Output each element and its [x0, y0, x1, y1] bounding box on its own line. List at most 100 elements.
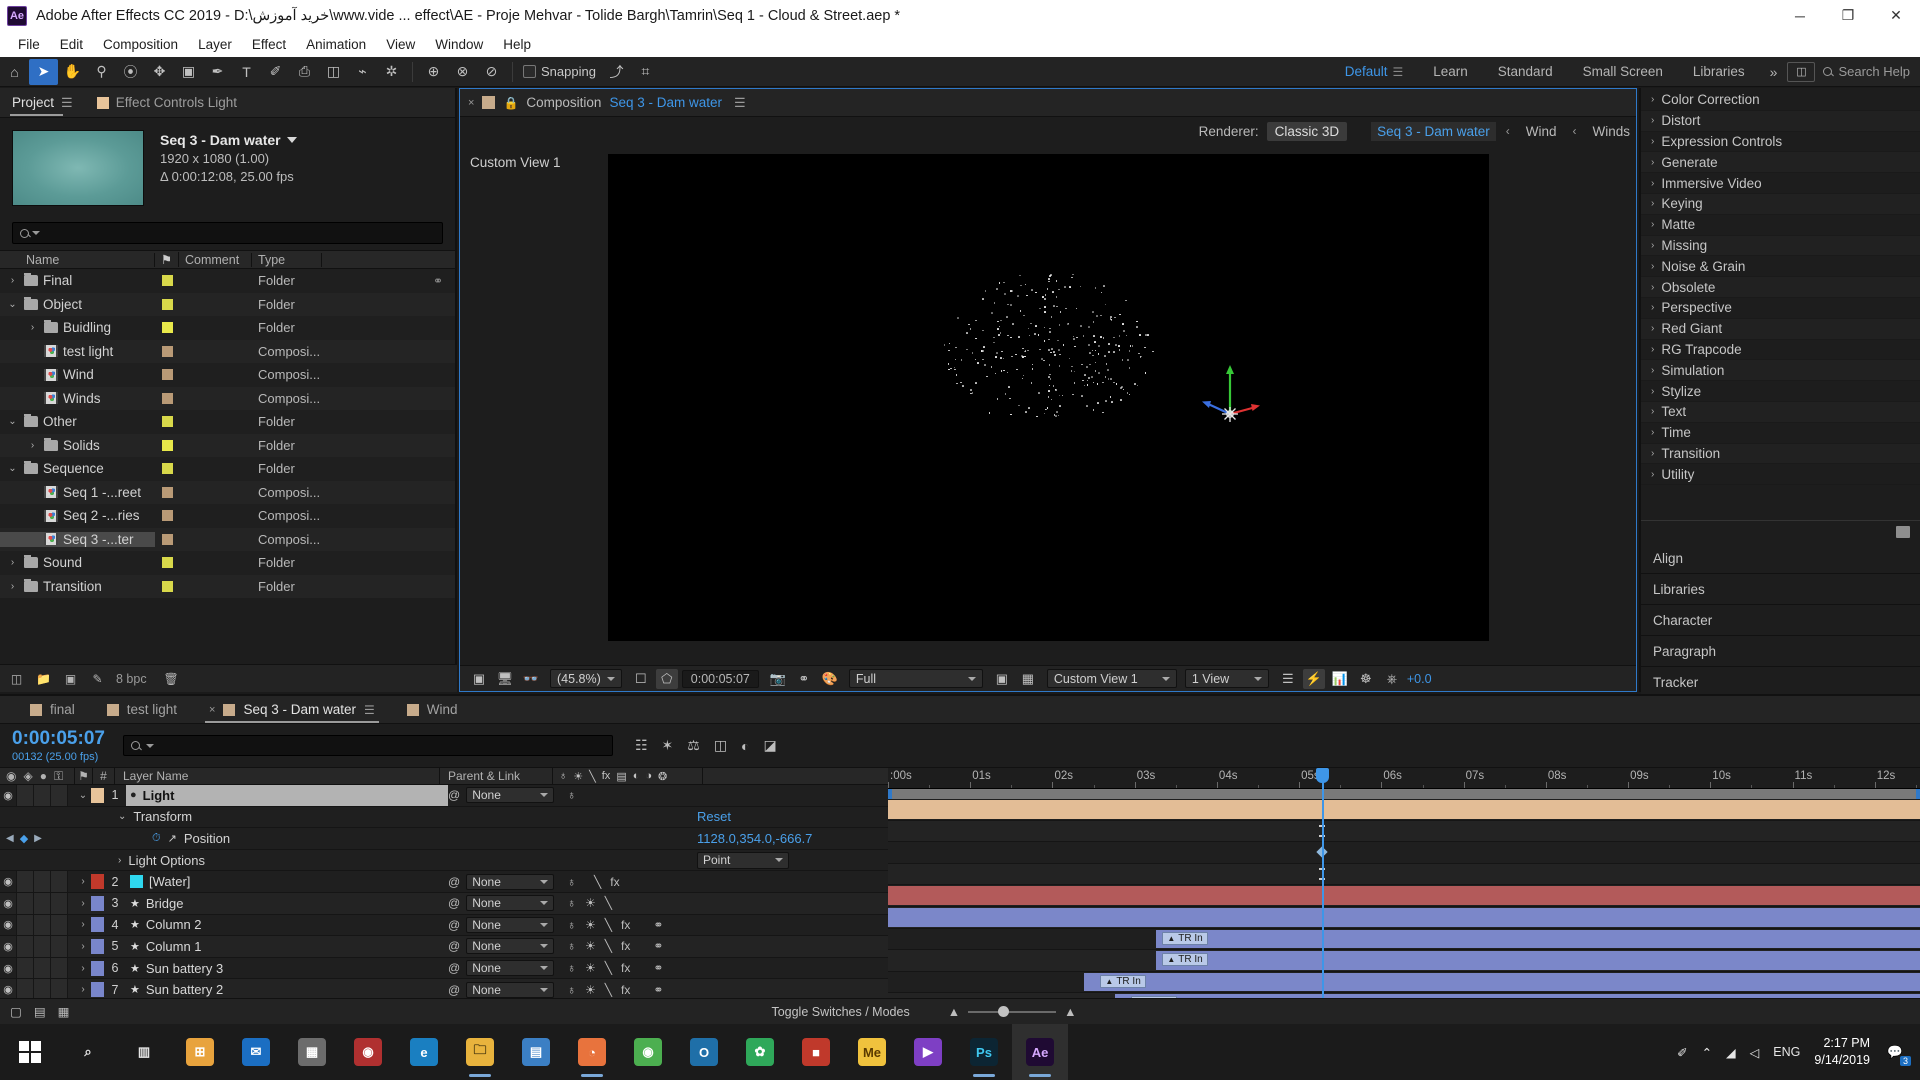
- panel-paragraph[interactable]: Paragraph: [1641, 636, 1920, 667]
- project-item-row[interactable]: ⌄ Object Folder: [0, 292, 455, 316]
- menu-window[interactable]: Window: [425, 34, 493, 55]
- item-name-cell[interactable]: ⌄ Object: [0, 296, 155, 312]
- taskbar-search[interactable]: ⌕: [60, 1024, 116, 1080]
- resolution-region-icon[interactable]: ☐: [630, 669, 652, 689]
- home-icon[interactable]: ⌂: [0, 59, 29, 85]
- solo-icon[interactable]: [34, 871, 51, 892]
- zoom-out-icon[interactable]: ▲: [948, 1005, 960, 1019]
- lock-icon[interactable]: [51, 979, 68, 1000]
- parent-select[interactable]: None: [466, 916, 555, 933]
- layer-name-cell[interactable]: ★ Bridge: [126, 893, 448, 914]
- eye-icon[interactable]: ◉: [0, 979, 17, 1000]
- project-item-row[interactable]: ⌄ Other Folder: [0, 410, 455, 434]
- label-color-swatch[interactable]: [161, 510, 173, 522]
- disclosure-triangle-icon[interactable]: ›: [1651, 386, 1654, 397]
- menu-layer[interactable]: Layer: [188, 34, 242, 55]
- timeline-zoom-slider[interactable]: ▲ ▲: [948, 1005, 1077, 1019]
- audio-icon[interactable]: [17, 979, 34, 1000]
- disclosure-triangle-icon[interactable]: ›: [1651, 198, 1654, 209]
- camera-pan-icon[interactable]: ⊗: [448, 59, 477, 85]
- item-tag-cell[interactable]: [155, 439, 179, 451]
- channel-color-icon[interactable]: 🎨: [819, 669, 841, 689]
- disclosure-triangle-icon[interactable]: ›: [1651, 344, 1654, 355]
- stopwatch-icon[interactable]: ⏱: [152, 832, 161, 845]
- lock-icon[interactable]: [51, 936, 68, 957]
- item-name-cell[interactable]: ⌄ Sequence: [0, 461, 155, 476]
- panel-menu-icon[interactable]: ☰: [734, 95, 746, 111]
- lock-icon[interactable]: [51, 914, 68, 936]
- pen-icon[interactable]: ✐: [1677, 1045, 1687, 1060]
- interpret-footage-icon[interactable]: ✎: [89, 671, 106, 686]
- layer-duration-bar[interactable]: [888, 907, 1920, 927]
- delete-icon[interactable]: [1896, 525, 1910, 538]
- parent-link-cell[interactable]: @ None: [448, 873, 561, 890]
- selection-tool[interactable]: ➤: [29, 58, 58, 85]
- layer-duration-bar[interactable]: [888, 800, 1920, 819]
- project-settings-icon[interactable]: ◫: [8, 671, 25, 686]
- keyframe-navigator[interactable]: ◀ ◆ ▶: [6, 832, 42, 845]
- link-icon[interactable]: ⚭: [653, 918, 663, 932]
- audio-icon[interactable]: [17, 871, 34, 892]
- layer-disclosure-icon[interactable]: ›: [75, 876, 91, 887]
- panel-character[interactable]: Character: [1641, 605, 1920, 636]
- taskbar-chrome[interactable]: ◉: [620, 1024, 676, 1080]
- fast-previews-icon[interactable]: ⚡: [1302, 668, 1325, 689]
- panel-menu-icon[interactable]: ☰: [61, 95, 73, 111]
- label-color-swatch[interactable]: [161, 533, 173, 545]
- layer-color-swatch[interactable]: [91, 917, 104, 933]
- hand-tool[interactable]: ✋: [58, 59, 87, 85]
- pixel-aspect-icon[interactable]: ☰: [1277, 669, 1299, 689]
- timeline-track-row[interactable]: [888, 799, 1920, 821]
- shape-tool[interactable]: ▣: [174, 59, 203, 85]
- take-snapshot-icon[interactable]: 📷: [767, 669, 789, 689]
- item-tag-cell[interactable]: [155, 345, 179, 357]
- timeline-track-row[interactable]: ▲TR In: [888, 971, 1920, 994]
- layer-switch-icon[interactable]: ☀: [585, 983, 596, 997]
- view-layout-select[interactable]: Custom View 1: [1046, 669, 1177, 688]
- project-item-row[interactable]: › Buidling Folder: [0, 316, 455, 340]
- label-color-swatch[interactable]: [161, 557, 173, 569]
- parent-select[interactable]: None: [466, 960, 555, 977]
- layer-switch-icon[interactable]: ♁: [567, 875, 576, 889]
- close-icon[interactable]: ×: [468, 97, 474, 109]
- eye-icon[interactable]: ◉: [0, 936, 17, 957]
- menu-help[interactable]: Help: [493, 34, 541, 55]
- solo-icon[interactable]: [34, 914, 51, 936]
- label-color-swatch[interactable]: [161, 345, 173, 357]
- magnet-icon[interactable]: ⤴: [602, 59, 631, 85]
- layer-switch-icon[interactable]: fx: [621, 983, 630, 997]
- disclosure-triangle-icon[interactable]: ⌄: [6, 299, 19, 310]
- menu-file[interactable]: File: [8, 34, 50, 55]
- workspace-default[interactable]: Default ☰: [1330, 57, 1419, 87]
- parent-link-cell[interactable]: @ None: [448, 895, 561, 912]
- item-tag-cell[interactable]: [155, 533, 179, 545]
- workspace-small-screen[interactable]: Small Screen: [1568, 57, 1678, 87]
- effect-category-row[interactable]: › Time: [1641, 423, 1920, 444]
- effect-category-row[interactable]: › Generate: [1641, 152, 1920, 174]
- item-name-cell[interactable]: › Buidling: [0, 320, 155, 335]
- parent-link-column-header[interactable]: Parent & Link: [440, 767, 553, 785]
- label-color-swatch[interactable]: [161, 439, 173, 451]
- label-color-swatch[interactable]: [161, 486, 173, 498]
- disclosure-triangle-icon[interactable]: ⌄: [6, 463, 19, 474]
- project-item-row[interactable]: Winds Composi...: [0, 386, 455, 410]
- timeline-tab[interactable]: final: [14, 696, 91, 724]
- selected-comp-name[interactable]: Seq 3 - Dam water: [160, 132, 297, 148]
- item-name-cell[interactable]: Seq 1 -...reet: [0, 485, 155, 500]
- project-item-row[interactable]: Seq 2 -...ries Composi...: [0, 504, 455, 528]
- renderer-value[interactable]: Classic 3D: [1266, 121, 1348, 141]
- column-header-name[interactable]: Name: [0, 252, 155, 267]
- work-area-bar[interactable]: [888, 789, 1920, 799]
- layer-switch-icon[interactable]: ╲: [605, 918, 612, 932]
- timeline-icon[interactable]: 📊: [1329, 669, 1351, 689]
- draft-3d-icon[interactable]: ✶: [662, 737, 674, 754]
- layer-color-swatch[interactable]: [91, 938, 104, 954]
- new-composition-icon[interactable]: ▣: [62, 671, 79, 686]
- layer-switch-icon[interactable]: ♁: [567, 961, 576, 975]
- chevron-up-icon[interactable]: ⌃: [1702, 1045, 1712, 1060]
- timeline-track-row[interactable]: [888, 885, 1920, 907]
- workspace-learn[interactable]: Learn: [1418, 57, 1483, 87]
- grid-icon[interactable]: ⌗: [631, 59, 660, 85]
- minimize-button[interactable]: ─: [1776, 0, 1824, 31]
- mask-guides-icon[interactable]: ▣: [991, 669, 1013, 689]
